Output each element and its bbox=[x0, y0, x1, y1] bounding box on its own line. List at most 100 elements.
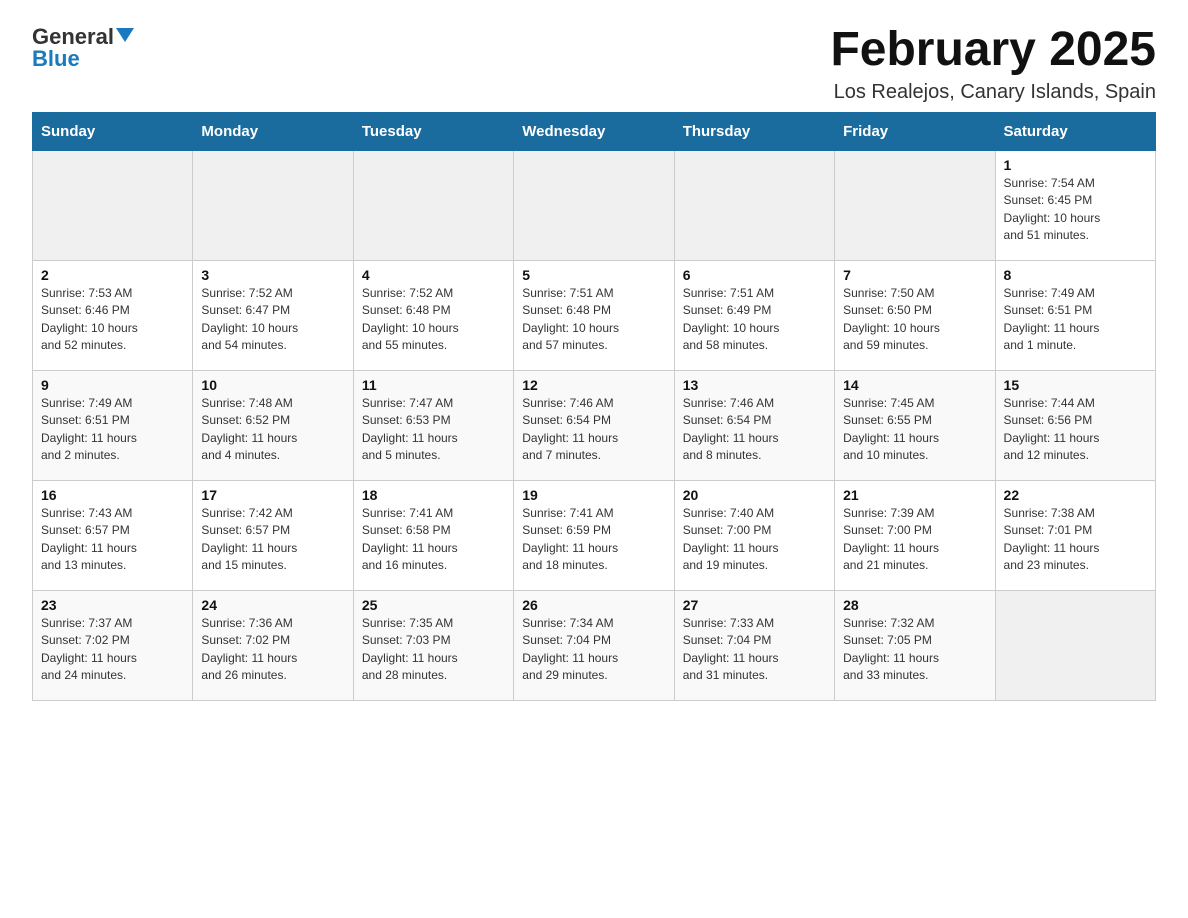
calendar-week-row: 16Sunrise: 7:43 AM Sunset: 6:57 PM Dayli… bbox=[33, 480, 1156, 590]
day-info: Sunrise: 7:45 AM Sunset: 6:55 PM Dayligh… bbox=[843, 395, 986, 465]
calendar-day-cell: 21 Sunrise: 7:39 AM Sunset: 7:00 PM Dayli… bbox=[835, 480, 995, 590]
day-number: 13 bbox=[683, 377, 826, 393]
calendar-day-cell: 8Sunrise: 7:49 AM Sunset: 6:51 PM Daylig… bbox=[995, 260, 1155, 370]
day-number: 1 bbox=[1004, 157, 1147, 173]
calendar-day-cell: 25 Sunrise: 7:35 AM Sunset: 7:03 PM Dayli… bbox=[353, 590, 513, 700]
day-header-thursday: Thursday bbox=[674, 112, 834, 150]
day-number: 17 bbox=[201, 487, 344, 503]
day-number: 14 bbox=[843, 377, 986, 393]
day-info: Sunrise: 7:32 AM Sunset: 7:05 PM Dayligh… bbox=[843, 615, 986, 685]
calendar-day-cell: 13 Sunrise: 7:46 AM Sunset: 6:54 PM Dayli… bbox=[674, 370, 834, 480]
calendar-day-cell: 15 Sunrise: 7:44 AM Sunset: 6:56 PM Dayli… bbox=[995, 370, 1155, 480]
calendar-week-row: 23 Sunrise: 7:37 AM Sunset: 7:02 PM Dayli… bbox=[33, 590, 1156, 700]
calendar-day-cell: 2 Sunrise: 7:53 AM Sunset: 6:46 PM Daylig… bbox=[33, 260, 193, 370]
calendar-day-cell: 3 Sunrise: 7:52 AM Sunset: 6:47 PM Daylig… bbox=[193, 260, 353, 370]
day-number: 3 bbox=[201, 267, 344, 283]
calendar-day-cell: 23 Sunrise: 7:37 AM Sunset: 7:02 PM Dayli… bbox=[33, 590, 193, 700]
day-info: Sunrise: 7:50 AM Sunset: 6:50 PM Dayligh… bbox=[843, 285, 986, 355]
day-number: 9 bbox=[41, 377, 184, 393]
calendar-week-row: 2 Sunrise: 7:53 AM Sunset: 6:46 PM Daylig… bbox=[33, 260, 1156, 370]
day-number: 21 bbox=[843, 487, 986, 503]
logo: General Blue bbox=[32, 24, 134, 72]
day-header-friday: Friday bbox=[835, 112, 995, 150]
calendar-day-cell: 18 Sunrise: 7:41 AM Sunset: 6:58 PM Dayli… bbox=[353, 480, 513, 590]
day-info: Sunrise: 7:54 AM Sunset: 6:45 PM Dayligh… bbox=[1004, 175, 1147, 245]
day-info: Sunrise: 7:34 AM Sunset: 7:04 PM Dayligh… bbox=[522, 615, 665, 685]
day-number: 27 bbox=[683, 597, 826, 613]
calendar-subtitle: Los Realejos, Canary Islands, Spain bbox=[830, 81, 1156, 104]
title-block: February 2025 Los Realejos, Canary Islan… bbox=[830, 24, 1156, 104]
day-header-saturday: Saturday bbox=[995, 112, 1155, 150]
calendar-day-cell: 19 Sunrise: 7:41 AM Sunset: 6:59 PM Dayli… bbox=[514, 480, 674, 590]
day-info: Sunrise: 7:41 AM Sunset: 6:58 PM Dayligh… bbox=[362, 505, 505, 575]
day-info: Sunrise: 7:37 AM Sunset: 7:02 PM Dayligh… bbox=[41, 615, 184, 685]
calendar-day-cell: 14 Sunrise: 7:45 AM Sunset: 6:55 PM Dayli… bbox=[835, 370, 995, 480]
day-number: 18 bbox=[362, 487, 505, 503]
day-info: Sunrise: 7:42 AM Sunset: 6:57 PM Dayligh… bbox=[201, 505, 344, 575]
day-info: Sunrise: 7:48 AM Sunset: 6:52 PM Dayligh… bbox=[201, 395, 344, 465]
calendar-day-cell: 17 Sunrise: 7:42 AM Sunset: 6:57 PM Dayli… bbox=[193, 480, 353, 590]
calendar-day-cell bbox=[193, 150, 353, 260]
day-info: Sunrise: 7:39 AM Sunset: 7:00 PM Dayligh… bbox=[843, 505, 986, 575]
day-number: 15 bbox=[1004, 377, 1147, 393]
calendar-day-cell: 5 Sunrise: 7:51 AM Sunset: 6:48 PM Daylig… bbox=[514, 260, 674, 370]
calendar-day-cell: 11 Sunrise: 7:47 AM Sunset: 6:53 PM Dayli… bbox=[353, 370, 513, 480]
day-info: Sunrise: 7:40 AM Sunset: 7:00 PM Dayligh… bbox=[683, 505, 826, 575]
day-header-tuesday: Tuesday bbox=[353, 112, 513, 150]
day-number: 11 bbox=[362, 377, 505, 393]
day-number: 5 bbox=[522, 267, 665, 283]
calendar-day-cell: 22 Sunrise: 7:38 AM Sunset: 7:01 PM Dayli… bbox=[995, 480, 1155, 590]
day-info: Sunrise: 7:36 AM Sunset: 7:02 PM Dayligh… bbox=[201, 615, 344, 685]
page-header: General Blue February 2025 Los Realejos,… bbox=[32, 24, 1156, 104]
calendar-day-cell bbox=[514, 150, 674, 260]
day-number: 6 bbox=[683, 267, 826, 283]
calendar-title: February 2025 bbox=[830, 24, 1156, 77]
day-number: 28 bbox=[843, 597, 986, 613]
day-header-sunday: Sunday bbox=[33, 112, 193, 150]
calendar-day-cell: 27 Sunrise: 7:33 AM Sunset: 7:04 PM Dayli… bbox=[674, 590, 834, 700]
logo-triangle-icon bbox=[116, 28, 134, 42]
day-info: Sunrise: 7:33 AM Sunset: 7:04 PM Dayligh… bbox=[683, 615, 826, 685]
calendar-day-cell: 1 Sunrise: 7:54 AM Sunset: 6:45 PM Daylig… bbox=[995, 150, 1155, 260]
calendar-day-cell: 4 Sunrise: 7:52 AM Sunset: 6:48 PM Daylig… bbox=[353, 260, 513, 370]
day-number: 2 bbox=[41, 267, 184, 283]
day-number: 4 bbox=[362, 267, 505, 283]
calendar-day-cell bbox=[995, 590, 1155, 700]
day-number: 8 bbox=[1004, 267, 1147, 283]
calendar-day-cell: 26Sunrise: 7:34 AM Sunset: 7:04 PM Dayli… bbox=[514, 590, 674, 700]
day-info: Sunrise: 7:49 AM Sunset: 6:51 PM Dayligh… bbox=[41, 395, 184, 465]
calendar-day-cell: 7 Sunrise: 7:50 AM Sunset: 6:50 PM Daylig… bbox=[835, 260, 995, 370]
day-info: Sunrise: 7:38 AM Sunset: 7:01 PM Dayligh… bbox=[1004, 505, 1147, 575]
day-info: Sunrise: 7:47 AM Sunset: 6:53 PM Dayligh… bbox=[362, 395, 505, 465]
day-number: 25 bbox=[362, 597, 505, 613]
calendar-day-cell bbox=[33, 150, 193, 260]
day-number: 12 bbox=[522, 377, 665, 393]
day-info: Sunrise: 7:46 AM Sunset: 6:54 PM Dayligh… bbox=[522, 395, 665, 465]
calendar-day-cell: 9 Sunrise: 7:49 AM Sunset: 6:51 PM Daylig… bbox=[33, 370, 193, 480]
day-info: Sunrise: 7:52 AM Sunset: 6:48 PM Dayligh… bbox=[362, 285, 505, 355]
calendar-day-cell: 28 Sunrise: 7:32 AM Sunset: 7:05 PM Dayli… bbox=[835, 590, 995, 700]
day-number: 10 bbox=[201, 377, 344, 393]
day-info: Sunrise: 7:35 AM Sunset: 7:03 PM Dayligh… bbox=[362, 615, 505, 685]
day-info: Sunrise: 7:44 AM Sunset: 6:56 PM Dayligh… bbox=[1004, 395, 1147, 465]
day-number: 23 bbox=[41, 597, 184, 613]
day-number: 20 bbox=[683, 487, 826, 503]
day-number: 24 bbox=[201, 597, 344, 613]
calendar-day-cell: 24 Sunrise: 7:36 AM Sunset: 7:02 PM Dayli… bbox=[193, 590, 353, 700]
day-number: 22 bbox=[1004, 487, 1147, 503]
calendar-day-cell bbox=[674, 150, 834, 260]
calendar-day-cell bbox=[835, 150, 995, 260]
calendar-day-cell: 12 Sunrise: 7:46 AM Sunset: 6:54 PM Dayli… bbox=[514, 370, 674, 480]
day-info: Sunrise: 7:53 AM Sunset: 6:46 PM Dayligh… bbox=[41, 285, 184, 355]
day-info: Sunrise: 7:51 AM Sunset: 6:49 PM Dayligh… bbox=[683, 285, 826, 355]
calendar-table: SundayMondayTuesdayWednesdayThursdayFrid… bbox=[32, 112, 1156, 701]
day-number: 19 bbox=[522, 487, 665, 503]
calendar-day-cell: 6 Sunrise: 7:51 AM Sunset: 6:49 PM Daylig… bbox=[674, 260, 834, 370]
day-info: Sunrise: 7:43 AM Sunset: 6:57 PM Dayligh… bbox=[41, 505, 184, 575]
day-info: Sunrise: 7:51 AM Sunset: 6:48 PM Dayligh… bbox=[522, 285, 665, 355]
day-header-wednesday: Wednesday bbox=[514, 112, 674, 150]
day-info: Sunrise: 7:52 AM Sunset: 6:47 PM Dayligh… bbox=[201, 285, 344, 355]
day-info: Sunrise: 7:46 AM Sunset: 6:54 PM Dayligh… bbox=[683, 395, 826, 465]
day-number: 7 bbox=[843, 267, 986, 283]
day-info: Sunrise: 7:41 AM Sunset: 6:59 PM Dayligh… bbox=[522, 505, 665, 575]
